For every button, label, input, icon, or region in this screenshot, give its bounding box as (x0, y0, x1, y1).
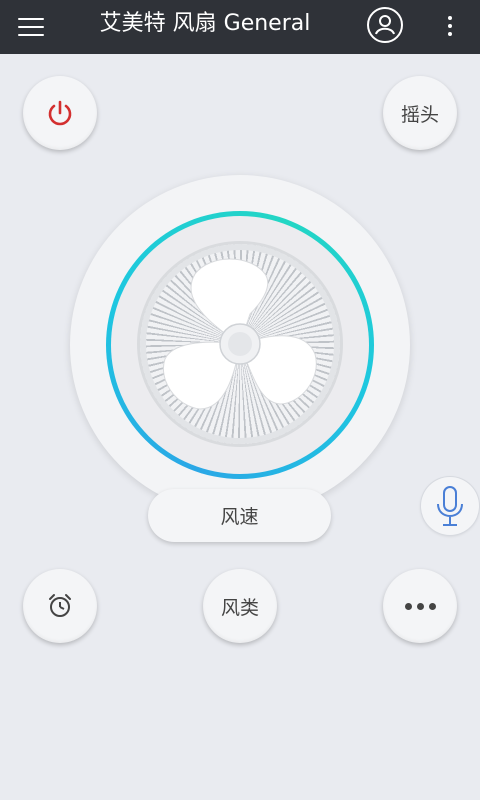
swing-button[interactable]: 摇头 (383, 76, 457, 150)
power-button[interactable] (23, 76, 97, 150)
wind-mode-button[interactable]: 风类 (203, 569, 277, 643)
power-icon (48, 100, 72, 126)
swing-label: 摇头 (400, 103, 439, 126)
user-account-icon[interactable] (367, 7, 403, 43)
page-title: 艾美特 风扇 General (99, 11, 311, 36)
alarm-clock-icon (49, 594, 71, 617)
fan-icon (163, 258, 317, 410)
speed-button[interactable]: 风速 (148, 489, 331, 542)
hamburger-menu-icon[interactable] (18, 13, 46, 41)
voice-button[interactable] (421, 477, 479, 535)
top-app-bar: 艾美特 风扇 General (0, 0, 480, 54)
vertical-more-icon[interactable] (440, 10, 460, 42)
microphone-icon (437, 486, 463, 526)
horizontal-more-icon (404, 602, 436, 610)
timer-button[interactable] (23, 569, 97, 643)
more-options-button[interactable] (383, 569, 457, 643)
wind-mode-label: 风类 (220, 596, 259, 619)
speed-label: 风速 (220, 506, 259, 528)
